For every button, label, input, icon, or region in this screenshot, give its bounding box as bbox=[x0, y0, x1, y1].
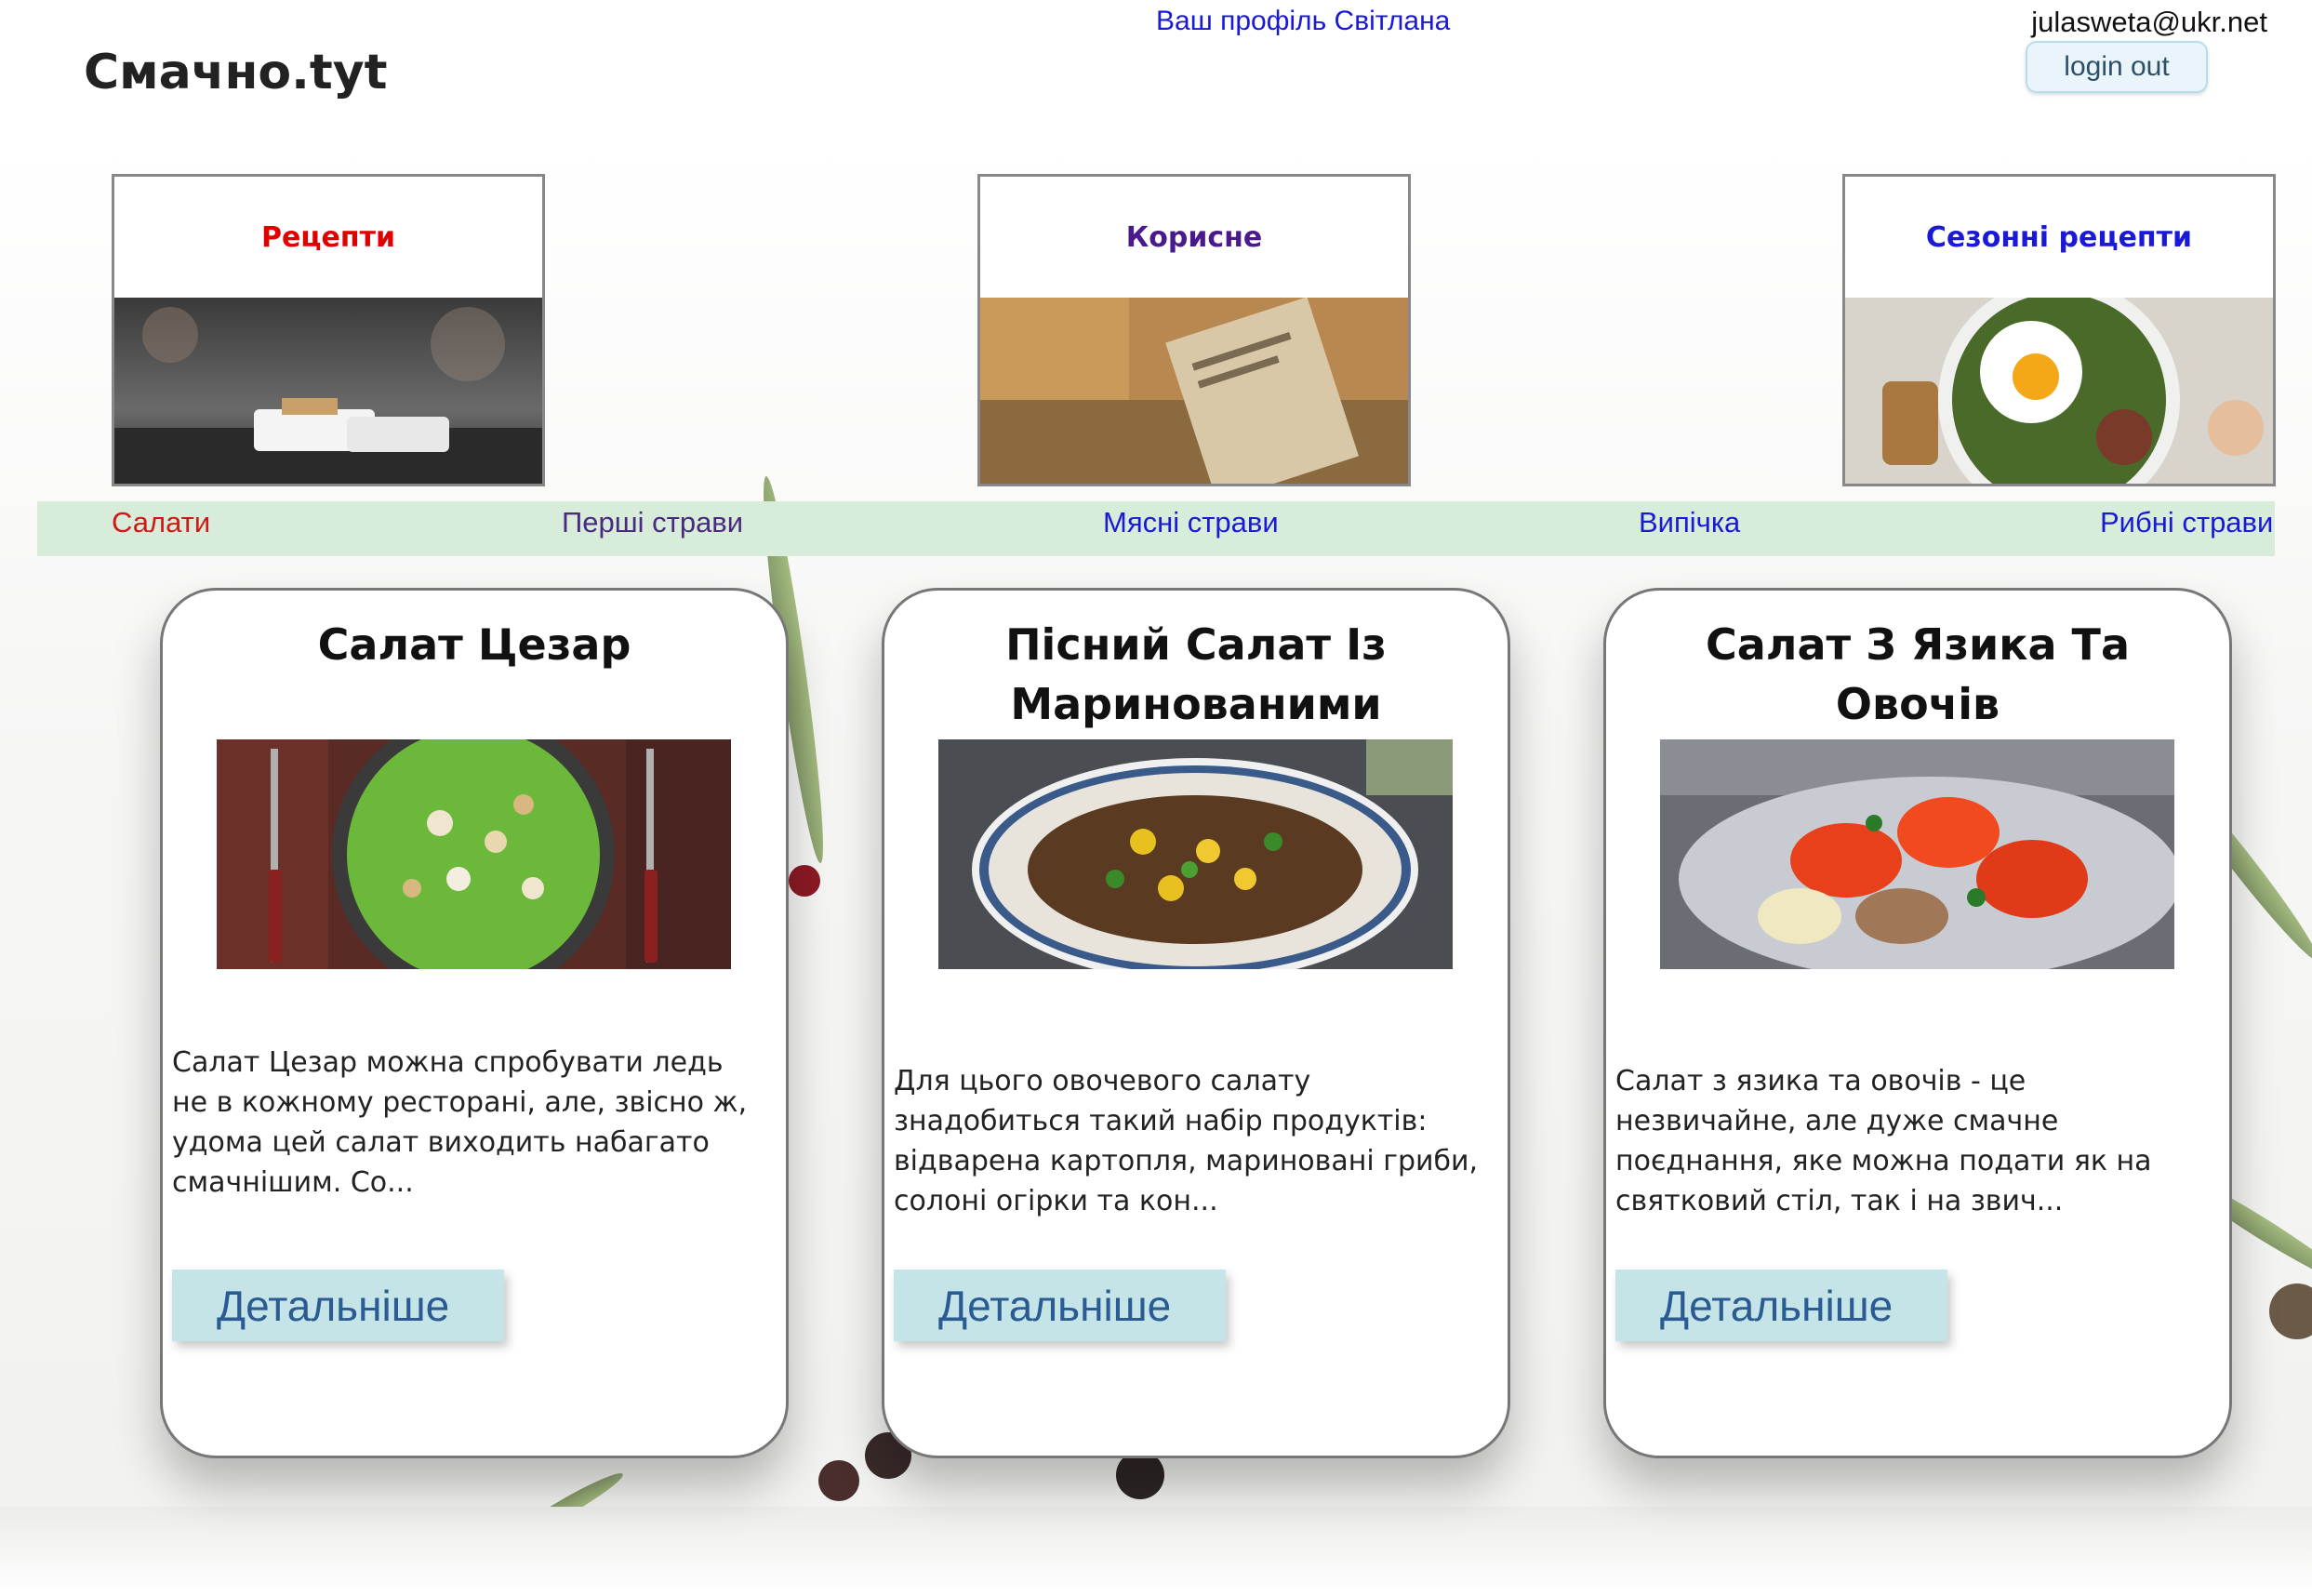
recipe-description: Салат з язика та овочів - це незвичайне,… bbox=[1615, 1065, 2152, 1217]
recipe-card: Пісний Салат Із Маринованими Для цього о… bbox=[882, 588, 1510, 1458]
category-title: Сезонні рецепти bbox=[1925, 220, 2193, 254]
user-email: julasweta@ukr.net bbox=[2031, 6, 2267, 38]
recipe-title: Салат З Язика Та Овочів bbox=[1706, 619, 2130, 729]
recipe-title: Салат Цезар bbox=[317, 619, 631, 670]
category-title: Рецепти bbox=[260, 220, 396, 254]
recipe-image-marinated-salad[interactable] bbox=[938, 739, 1453, 969]
recipe-card: Салат Цезар Салат Цезар можна спробувати… bbox=[160, 588, 789, 1458]
nav-link-fish-dishes[interactable]: Рибні страви bbox=[2100, 506, 2273, 539]
recipe-title: Пісний Салат Із Маринованими bbox=[1005, 619, 1387, 729]
footer-shade bbox=[0, 1507, 2312, 1596]
nav-link-meat-dishes[interactable]: Мясні страви bbox=[1103, 506, 1279, 539]
recipe-image-caesar-salad[interactable] bbox=[217, 739, 731, 969]
category-card-useful[interactable]: Корисне bbox=[977, 174, 1411, 486]
details-button[interactable]: Детальніше bbox=[894, 1270, 1226, 1341]
recipe-description: Салат Цезар можна спробувати ледь не в к… bbox=[172, 1046, 748, 1199]
nav-link-first-courses[interactable]: Перші страви bbox=[562, 506, 743, 539]
nav-link-baking[interactable]: Випічка bbox=[1639, 506, 1740, 539]
profile-link[interactable]: Ваш профіль Світлана bbox=[1156, 6, 1450, 37]
details-button[interactable]: Детальніше bbox=[1615, 1270, 1947, 1341]
nav-link-salads[interactable]: Салати bbox=[112, 506, 210, 539]
recipe-description: Для цього овочевого салату знадобиться т… bbox=[894, 1065, 1479, 1217]
category-card-seasonal[interactable]: Сезонні рецепти bbox=[1842, 174, 2276, 486]
site-logo[interactable]: Смачно.tyt bbox=[84, 45, 387, 100]
category-card-recipes[interactable]: Рецепти bbox=[112, 174, 545, 486]
logout-button[interactable]: login out bbox=[2026, 41, 2208, 93]
category-image-bowl bbox=[1845, 298, 2273, 484]
category-image-restaurant bbox=[114, 298, 542, 484]
recipe-image-tongue-salad[interactable] bbox=[1660, 739, 2174, 969]
recipe-card: Салат З Язика Та Овочів Салат з язика та… bbox=[1603, 588, 2232, 1458]
category-title: Корисне bbox=[1125, 220, 1263, 254]
category-image-soap bbox=[980, 298, 1408, 484]
details-button[interactable]: Детальніше bbox=[172, 1270, 504, 1341]
